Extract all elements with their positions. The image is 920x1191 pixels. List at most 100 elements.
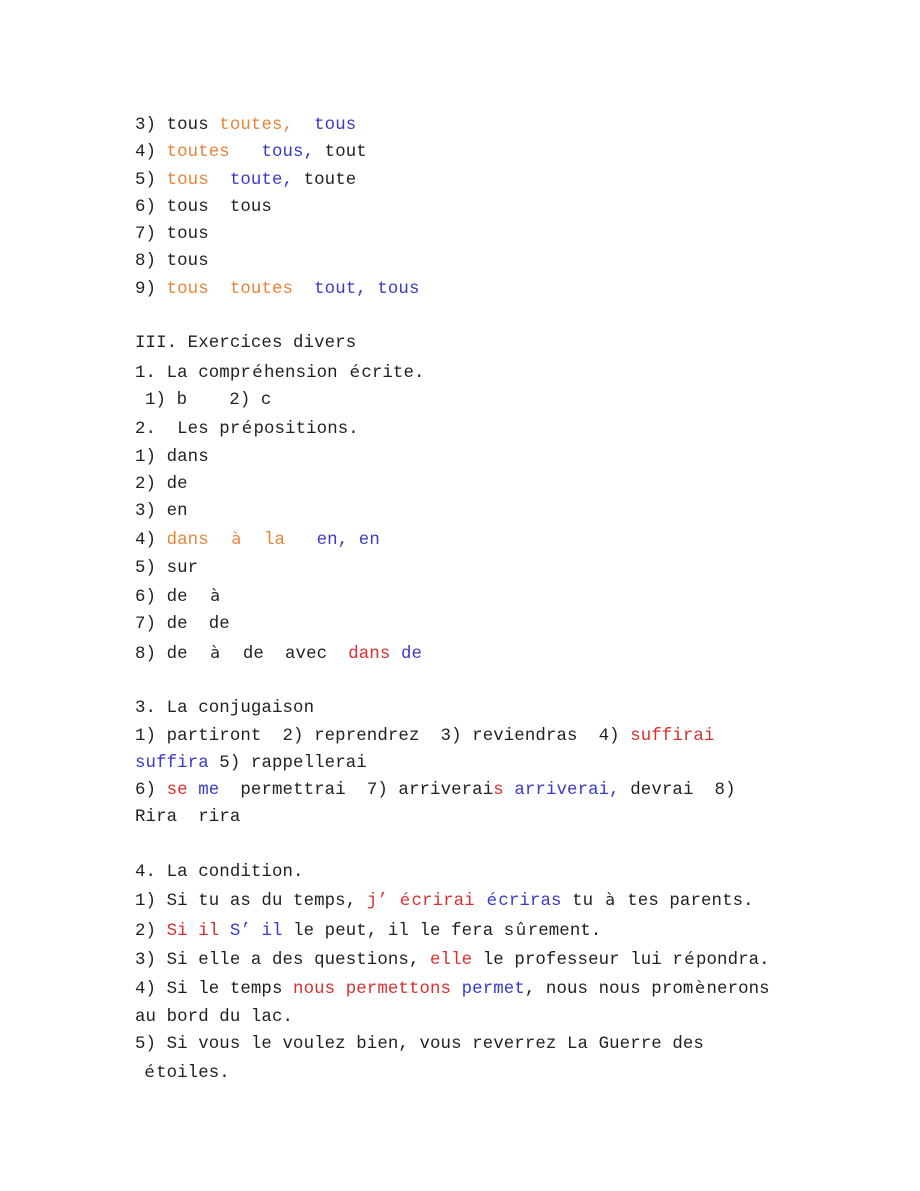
text-run: 4) [135,531,167,551]
condition-line-7: étoiles. [135,1058,790,1087]
text-run: elle [430,950,473,970]
text-run: toutes, [219,116,294,135]
text-run: 3) en [135,502,188,522]
text-run: tous [314,116,357,135]
text-run: suffira [135,753,209,773]
text-run: de avec [221,644,349,664]
text-run: toutes [166,143,230,163]
conjugation-line-2: suffira 5) rappellerai [135,750,790,777]
text-run: hension [263,363,349,383]
text-run: tous [166,170,209,190]
text-run: 2) de [135,474,188,494]
text-run: 8) tous [135,252,209,272]
text-run: nerons [706,980,770,1000]
text-run: le peut, il le fera s [282,921,515,941]
preposition-line-1: 1) dans [135,444,790,471]
text-run: criras [498,892,562,912]
preposition-line-2: 2) de [135,471,790,498]
answer-line-3: 3) tous toutes, tous [135,112,790,139]
text-run [451,980,462,999]
condition-line-2: 2) Si il S’ il le peut, il le fera sûrem… [135,916,790,945]
text-run: toiles. [156,1064,230,1084]
text-run: é [349,361,360,381]
text-run: é [252,361,263,381]
text-run: 6) tous tous [135,197,272,217]
text-run: devrai 8) [619,781,736,801]
text-run: 6) de [135,588,209,608]
text-run: 2. Les pr [135,420,241,440]
text-run [388,892,399,911]
text-run: s [493,781,504,801]
tout-answers: 3) tous toutes, tous 4) toutes tous, tout… [135,112,790,303]
text-run: Si il [166,921,220,941]
text-run: 7) tous [135,225,209,245]
text-run: toutes [229,279,294,299]
subsection-2-heading: 2. Les prépositions. [135,414,790,443]
text-run: tu [561,892,604,912]
document-page: 3) tous toutes, tous 4) toutes tous, tout… [0,0,920,1191]
text-run: é [399,890,410,910]
condition-line-3: 3) Si elle a des questions, elle le prof… [135,945,790,974]
answer-line-6: 6) tous tous [135,194,790,221]
text-run: tout [314,143,367,163]
text-run: suffirai [630,726,715,746]
conjugation-line-1: 1) partiront 2) reprendrez 3) reviendras… [135,723,790,750]
text-run: é [684,948,695,968]
text-run: 3) tous [135,116,220,135]
text-run: è [694,978,705,998]
answer-line-4: 4) toutes tous, tout [135,139,790,166]
preposition-line-7: 7) de de [135,611,790,638]
text-run: 5) rappellerai [208,753,367,773]
text-run: Rira rira [135,808,241,828]
answer-line-8: 8) tous [135,248,790,275]
text-run: 1) dans [135,447,209,467]
text-run [293,116,314,135]
condition-line-1: 1) Si tu as du temps, j’ écrirai écriras… [135,886,790,915]
subsection-3-heading: 3. La conjugaison [135,695,790,722]
text-run: tes parents. [616,892,754,912]
text-run: 4) [135,143,167,163]
preposition-line-3: 3) en [135,498,790,525]
text-run: de [400,644,423,664]
subsection-3-conjugation: 3. La conjugaison 1) partiront 2) reprend… [135,695,790,831]
text-run: crite. [361,363,425,383]
text-run: é [144,1062,155,1082]
text-run: rement. [527,921,602,941]
preposition-line-8: 8) de à de avec dans de [135,639,790,668]
text-run: 5) [135,170,167,190]
text-run [209,280,230,299]
condition-line-6: 5) Si vous le voulez bien, vous reverrez… [135,1031,790,1058]
text-run: 4. La condition. [135,863,304,883]
text-run: 3. La conjugaison [135,699,315,719]
text-run: 5) sur [135,558,199,578]
conjugation-line-4: Rira rira [135,804,790,831]
text-run: permettrai 7) arriverai [219,781,494,801]
text-run [390,645,401,664]
text-run: 4) Si le temps [135,980,294,1000]
preposition-line-5: 5) sur [135,555,790,582]
subsection-1-heading: 1. La compréhension écrite. [135,358,790,387]
text-run: tous, [261,143,315,163]
subsection-4-heading: 4. La condition. [135,859,790,886]
conjugation-line-3: 6) se me permettrai 7) arriverais arrive… [135,777,790,804]
text-run: nous permettons [293,980,452,1000]
condition-line-5: au bord du lac. [135,1004,790,1031]
text-run: 1) Si tu as du temps, [135,892,367,912]
text-run: û [515,919,527,939]
condition-line-4: 4) Si le temps nous permettons permet, n… [135,974,790,1003]
text-run: 1. La compr [135,363,251,383]
text-run [243,531,264,550]
document-body: 3) tous toutes, tous 4) toutes tous, tout… [135,112,790,1087]
text-run [293,280,314,299]
text-run: tous [166,279,209,299]
text-run: toute, [229,170,294,190]
text-run: toute [293,170,357,190]
text-run [475,892,486,911]
text-run: à [605,890,616,910]
text-run: me [198,781,220,801]
text-run: crirai [411,892,475,912]
text-run [188,781,199,800]
section-iii: III. Exercices divers 1. La compréhension… [135,330,790,668]
